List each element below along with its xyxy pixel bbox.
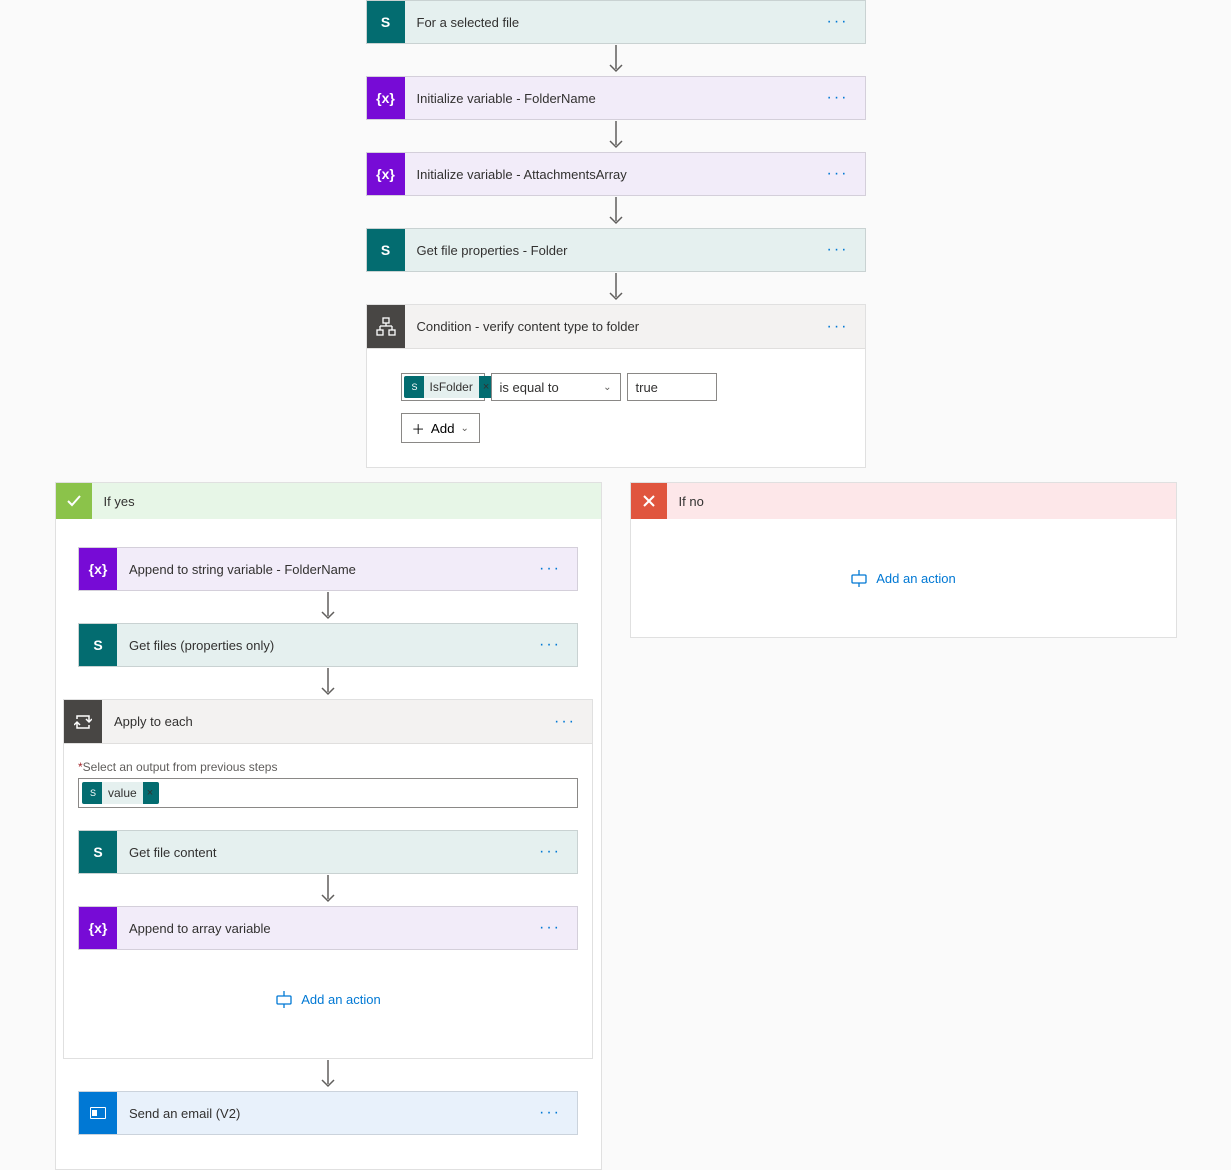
chevron-down-icon: ⌄	[461, 423, 469, 434]
sharepoint-icon: S	[84, 784, 102, 802]
variable-icon: {x}	[79, 907, 117, 949]
condition-body: S IsFolder × is equal to ⌄ true ＋ Add ⌄	[367, 349, 865, 467]
send-email-card[interactable]: Send an email (V2) ···	[78, 1091, 578, 1135]
sharepoint-icon: S	[406, 378, 424, 396]
arrow-connector	[320, 667, 336, 699]
add-condition-button[interactable]: ＋ Add ⌄	[401, 413, 480, 443]
token-label: value	[102, 782, 143, 804]
arrow-connector	[608, 272, 624, 304]
close-icon	[631, 483, 667, 519]
variable-icon: {x}	[367, 153, 405, 195]
apply-to-each-title: Apply to each	[102, 714, 538, 729]
close-icon[interactable]: ×	[143, 787, 157, 799]
arrow-connector	[320, 874, 336, 906]
append-array-card[interactable]: {x} Append to array variable ···	[78, 906, 578, 950]
variable-icon: {x}	[367, 77, 405, 119]
condition-value: true	[636, 380, 658, 395]
add-action-button[interactable]: Add an action	[850, 569, 956, 587]
menu-icon[interactable]: ···	[811, 241, 865, 259]
condition-row: S IsFolder × is equal to ⌄ true	[401, 373, 831, 401]
trigger-title: For a selected file	[405, 15, 811, 30]
check-icon	[56, 483, 92, 519]
plus-icon: ＋	[412, 419, 425, 438]
token-isfolder[interactable]: S IsFolder ×	[404, 376, 496, 398]
menu-icon[interactable]: ···	[538, 713, 592, 731]
apply-to-each-header[interactable]: Apply to each ···	[64, 700, 592, 744]
select-output-input[interactable]: S value ×	[78, 778, 578, 808]
menu-icon[interactable]: ···	[523, 843, 577, 861]
condition-operator-label: is equal to	[500, 380, 559, 395]
select-output-label: *Select an output from previous steps	[78, 760, 277, 774]
sharepoint-icon: S	[79, 624, 117, 666]
arrow-connector	[608, 196, 624, 228]
trigger-card[interactable]: S For a selected file ···	[366, 0, 866, 44]
if-yes-header: If yes	[56, 483, 601, 519]
menu-icon[interactable]: ···	[811, 318, 865, 336]
add-label: Add	[431, 421, 455, 436]
get-files-title: Get files (properties only)	[117, 638, 523, 653]
add-action-icon	[275, 990, 293, 1008]
sharepoint-icon: S	[79, 831, 117, 873]
menu-icon[interactable]: ···	[523, 636, 577, 654]
add-action-button[interactable]: Add an action	[275, 950, 381, 1048]
arrow-connector	[608, 44, 624, 76]
get-file-content-card[interactable]: S Get file content ···	[78, 830, 578, 874]
get-file-properties-title: Get file properties - Folder	[405, 243, 811, 258]
condition-branches: If yes {x} Append to string variable - F…	[0, 482, 1231, 1170]
condition-value-input[interactable]: true	[627, 373, 717, 401]
append-string-card[interactable]: {x} Append to string variable - FolderNa…	[78, 547, 578, 591]
condition-left-operand[interactable]: S IsFolder ×	[401, 373, 485, 401]
outlook-icon	[79, 1092, 117, 1134]
menu-icon[interactable]: ···	[523, 560, 577, 578]
arrow-connector	[320, 591, 336, 623]
init-foldername-card[interactable]: {x} Initialize variable - FolderName ···	[366, 76, 866, 120]
condition-title: Condition - verify content type to folde…	[405, 319, 811, 334]
condition-card[interactable]: Condition - verify content type to folde…	[366, 304, 866, 468]
if-no-branch: If no Add an action	[630, 482, 1177, 638]
if-yes-label: If yes	[92, 494, 147, 509]
if-yes-branch: If yes {x} Append to string variable - F…	[55, 482, 602, 1170]
menu-icon[interactable]: ···	[811, 13, 865, 31]
menu-icon[interactable]: ···	[523, 1104, 577, 1122]
init-foldername-title: Initialize variable - FolderName	[405, 91, 811, 106]
append-array-title: Append to array variable	[117, 921, 523, 936]
get-file-properties-card[interactable]: S Get file properties - Folder ···	[366, 228, 866, 272]
get-file-content-title: Get file content	[117, 845, 523, 860]
add-action-label: Add an action	[876, 571, 956, 586]
chevron-down-icon: ⌄	[603, 382, 611, 393]
sharepoint-icon: S	[367, 229, 405, 271]
arrow-connector	[608, 120, 624, 152]
init-attachmentsarray-card[interactable]: {x} Initialize variable - AttachmentsArr…	[366, 152, 866, 196]
condition-operator-select[interactable]: is equal to ⌄	[491, 373, 621, 401]
add-action-icon	[850, 569, 868, 587]
arrow-connector	[320, 1059, 336, 1091]
menu-icon[interactable]: ···	[811, 89, 865, 107]
if-no-label: If no	[667, 494, 716, 509]
condition-header[interactable]: Condition - verify content type to folde…	[367, 305, 865, 349]
get-files-card[interactable]: S Get files (properties only) ···	[78, 623, 578, 667]
loop-icon	[64, 700, 102, 743]
condition-icon	[367, 305, 405, 348]
variable-icon: {x}	[79, 548, 117, 590]
init-attachmentsarray-title: Initialize variable - AttachmentsArray	[405, 167, 811, 182]
token-value[interactable]: S value ×	[82, 782, 159, 804]
add-action-label: Add an action	[301, 992, 381, 1007]
menu-icon[interactable]: ···	[811, 165, 865, 183]
sharepoint-icon: S	[367, 1, 405, 43]
token-label: IsFolder	[424, 376, 479, 398]
send-email-title: Send an email (V2)	[117, 1106, 523, 1121]
menu-icon[interactable]: ···	[523, 919, 577, 937]
if-no-header: If no	[631, 483, 1176, 519]
append-string-title: Append to string variable - FolderName	[117, 562, 523, 577]
apply-to-each-card[interactable]: Apply to each ··· *Select an output from…	[63, 699, 593, 1059]
